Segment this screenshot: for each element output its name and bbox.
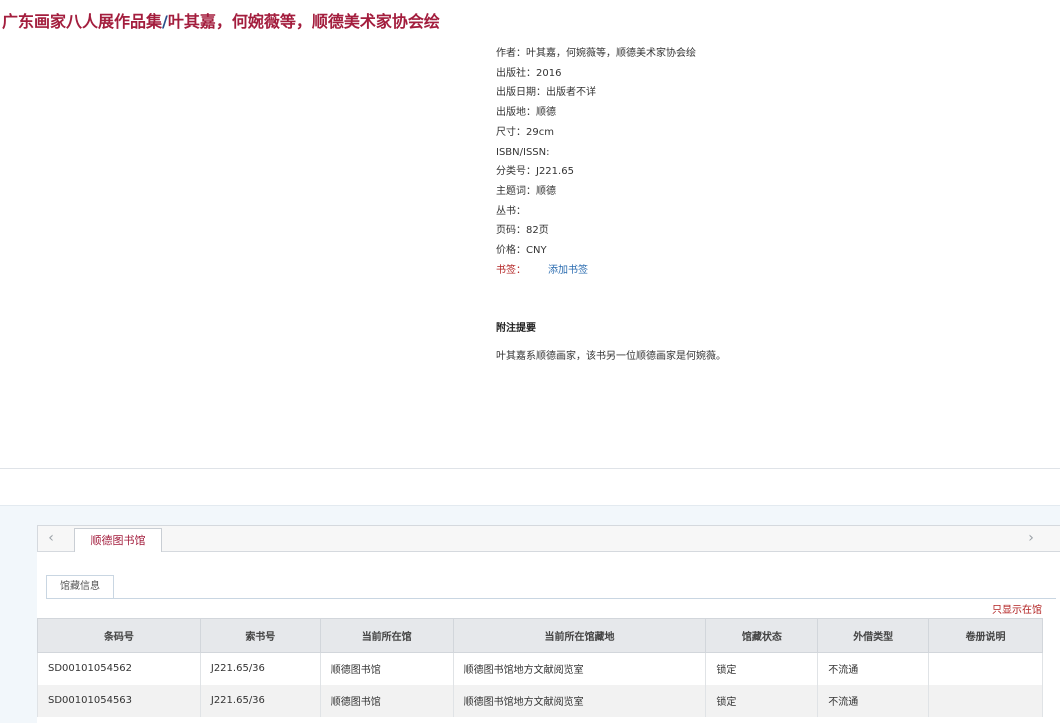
cell-call-number: J221.65/36	[199, 684, 321, 717]
meta-series: 丛书：	[496, 205, 526, 217]
meta-price: 价格：CNY	[496, 245, 547, 257]
notes-heading: 附注提要	[496, 323, 536, 334]
meta-isbn: ISBN/ISSN:	[496, 146, 550, 158]
meta-bookmark: 书签： 添加书签	[496, 261, 696, 281]
bookmark-label: 书签：	[496, 264, 526, 276]
tab-holdings-info[interactable]: 馆藏信息	[46, 575, 114, 599]
sub-tab-underline	[46, 598, 1056, 599]
cell-loan-type: 不流通	[817, 684, 930, 717]
header-loan-type: 外借类型	[817, 618, 930, 653]
title-responsibility: 叶其嘉，何婉薇等，顺德美术家协会绘	[167, 12, 440, 31]
chevron-left-icon[interactable]: ‹	[40, 526, 62, 551]
add-bookmark-link[interactable]: 添加书签	[548, 265, 588, 276]
header-status: 馆藏状态	[705, 618, 819, 653]
meta-pages: 页码：82页	[496, 225, 549, 237]
table-row: SD00101054563 J221.65/36 顺德图书馆 顺德图书馆地方文献…	[37, 684, 1043, 717]
meta-subject: 主题词：顺德	[496, 185, 556, 197]
notes-text: 叶其嘉系顺德画家，该书另一位顺德画家是何婉薇。	[496, 351, 726, 362]
cell-call-number: J221.65/36	[199, 652, 321, 685]
cell-current-library: 顺德图书馆	[319, 684, 454, 717]
record-title: 广东画家八人展作品集/叶其嘉，何婉薇等，顺德美术家协会绘	[2, 8, 440, 32]
title-main: 广东画家八人展作品集	[2, 12, 163, 31]
header-current-location: 当前所在馆藏地	[452, 618, 707, 653]
only-show-available-link[interactable]: 只显示在馆	[992, 601, 1042, 616]
cell-loan-type: 不流通	[817, 652, 930, 685]
header-barcode: 条码号	[37, 618, 201, 653]
section-divider	[0, 468, 1060, 469]
meta-pub-date: 出版日期：出版者不详	[496, 87, 596, 99]
chevron-right-icon[interactable]: ›	[1020, 526, 1042, 551]
cell-status: 锁定	[705, 652, 819, 685]
cell-volume-note	[928, 652, 1043, 685]
metadata-list: 作者：叶其嘉，何婉薇等，顺德美术家协会绘 出版社：2016 出版日期：出版者不详…	[496, 44, 696, 280]
cell-current-location: 顺德图书馆地方文献阅览室	[452, 652, 707, 685]
header-current-library: 当前所在馆	[319, 618, 454, 653]
library-tab-bar: ‹ 顺德图书馆 ›	[37, 525, 1060, 553]
holdings-panel: 馆藏信息 只显示在馆 条码号 索书号 当前所在馆 当前所在馆藏地 馆藏状态 外借…	[37, 552, 1060, 723]
header-volume-note: 卷册说明	[928, 618, 1043, 653]
table-header-row: 条码号 索书号 当前所在馆 当前所在馆藏地 馆藏状态 外借类型 卷册说明	[37, 618, 1043, 653]
holdings-table: 条码号 索书号 当前所在馆 当前所在馆藏地 馆藏状态 外借类型 卷册说明 SD0…	[37, 618, 1043, 717]
cell-volume-note	[928, 684, 1043, 717]
cell-current-library: 顺德图书馆	[319, 652, 454, 685]
meta-author: 作者：叶其嘉，何婉薇等，顺德美术家协会绘	[496, 48, 696, 59]
table-row: SD00101054562 J221.65/36 顺德图书馆 顺德图书馆地方文献…	[37, 652, 1043, 685]
meta-pub-place: 出版地：顺德	[496, 107, 556, 119]
cell-status: 锁定	[705, 684, 819, 717]
cell-current-location: 顺德图书馆地方文献阅览室	[452, 684, 707, 717]
tab-shunde-library[interactable]: 顺德图书馆	[74, 528, 162, 553]
cell-barcode: SD00101054562	[37, 652, 201, 685]
meta-publisher: 出版社：2016	[496, 67, 562, 79]
meta-size: 尺寸：29cm	[496, 126, 554, 138]
cell-barcode: SD00101054563	[37, 684, 201, 717]
meta-classification: 分类号：J221.65	[496, 166, 574, 178]
header-call-number: 索书号	[199, 618, 321, 653]
